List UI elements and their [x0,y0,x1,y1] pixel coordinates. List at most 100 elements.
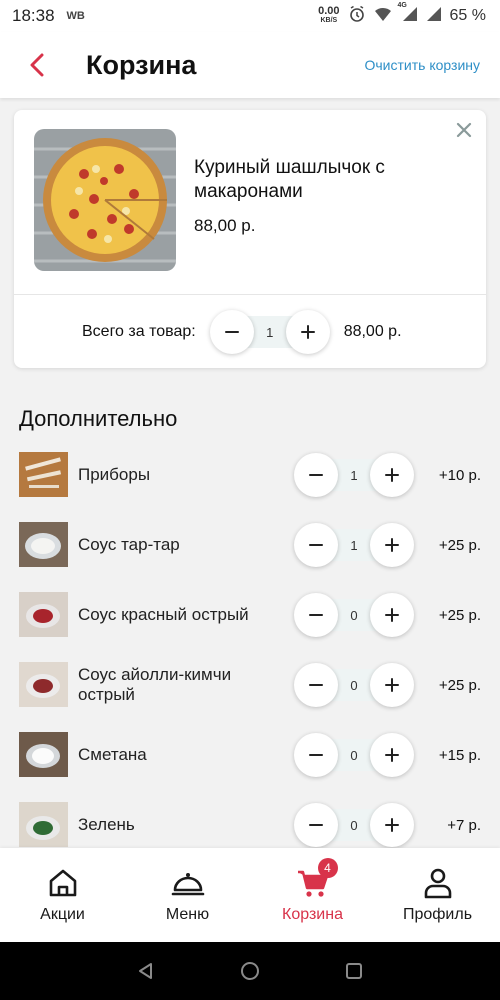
decrement-button[interactable] [294,733,338,777]
minus-icon [309,824,323,826]
decrement-button[interactable] [294,663,338,707]
cart-product-card: Куриный шашлычок с макаронами 88,00 р. В… [14,110,486,368]
bottom-navigation: Акции Меню 4 Корзина Профиль [0,848,500,942]
decrement-button[interactable] [209,310,254,354]
decrement-button[interactable] [294,523,338,567]
home-icon [46,866,80,900]
extra-item-name: Приборы [78,465,151,484]
cart-icon: 4 [296,858,338,900]
quantity-stepper: 0 [294,803,414,847]
minus-icon [309,754,323,756]
decrement-button[interactable] [294,593,338,637]
close-icon [456,122,472,138]
network-type: 4G [397,1,407,9]
signal-icon [426,6,442,27]
page-title: Корзина [86,49,197,80]
cell-signal-icon: 4G [398,2,418,27]
minus-icon [309,474,323,476]
decrement-button[interactable] [294,803,338,847]
clear-cart-link[interactable]: Очистить корзину [365,57,481,73]
product-total-row: Всего за товар: 1 88,00 р. [14,308,486,356]
increment-button[interactable] [370,523,414,567]
extra-item-price: +15 р. [438,746,481,764]
wifi-icon [374,6,392,27]
quantity-value: 1 [266,324,274,340]
nav-item-cart[interactable]: 4 Корзина [250,848,375,942]
nav-item-profile[interactable]: Профиль [375,848,500,942]
extra-item-image [19,452,68,497]
nav-label: Меню [165,906,210,923]
quantity-value: 1 [350,467,358,483]
nav-label: Акции [40,906,85,923]
increment-button[interactable] [370,453,414,497]
recents-square-icon[interactable] [344,961,364,981]
extra-item: Соус айолли-кимчи острый 0 +25 р. [0,650,500,720]
plus-icon [300,325,315,339]
network-speed-value: 0.00 [318,5,340,17]
quantity-stepper: 0 [294,663,414,707]
quantity-value: 0 [350,817,358,833]
chevron-left-icon [30,53,44,77]
plus-icon [385,748,399,762]
nav-label: Корзина [282,906,343,923]
nav-item-menu[interactable]: Меню [125,848,250,942]
back-triangle-icon[interactable] [136,961,156,981]
product-price: 88,00 р. [194,216,256,235]
extra-item-name: Соус тар-тар [78,535,180,554]
increment-button[interactable] [370,663,414,707]
quantity-value: 0 [350,747,358,763]
total-label: Всего за товар: [82,323,196,340]
app-header: Корзина Очистить корзину [0,32,500,98]
minus-icon [309,684,323,686]
total-price: 88,00 р. [343,323,402,340]
extra-item-name: Сметана [78,745,147,764]
product-info: Куриный шашлычок с макаронами 88,00 р. [194,156,454,236]
extras-list: Приборы 1 +10 р. Соус тар-тар 1 +25 р. С… [0,440,500,848]
plus-icon [385,818,399,832]
extra-item-price: +25 р. [438,536,481,554]
plus-icon [385,608,399,622]
status-bar: 18:38 WB 0.00 KB/S 4G 65 % [0,0,500,32]
divider [14,294,486,295]
nav-label: Профиль [402,906,473,923]
increment-button[interactable] [370,593,414,637]
increment-button[interactable] [370,733,414,777]
extra-item-image [19,802,68,847]
status-carrier: WB [66,10,85,22]
plus-icon [385,678,399,692]
extra-item: Зелень 0 +7 р. [0,790,500,848]
extra-item-name: Зелень [78,815,135,834]
extra-item: Сметана 0 +15 р. [0,720,500,790]
system-navigation-bar [0,942,500,1000]
quantity-value: 0 [350,607,358,623]
quantity-value: 1 [350,537,358,553]
product-image [34,129,176,271]
extra-item: Соус красный острый 0 +25 р. [0,580,500,650]
battery-level: 65 % [449,7,486,24]
network-speed: 0.00 KB/S [318,5,340,25]
extra-item-price: +25 р. [438,676,481,694]
remove-product-button[interactable] [454,120,474,140]
increment-button[interactable] [370,803,414,847]
minus-icon [224,331,239,333]
quantity-stepper: 0 [294,593,414,637]
extra-item-image [19,662,68,707]
user-icon [421,866,455,900]
minus-icon [309,544,323,546]
quantity-stepper: 1 [294,453,414,497]
home-circle-icon[interactable] [240,961,260,981]
minus-icon [309,614,323,616]
nav-item-promotions[interactable]: Акции [0,848,125,942]
back-button[interactable] [22,45,52,85]
extra-item-price: +10 р. [438,466,481,484]
cart-count-badge: 4 [317,858,338,878]
extra-item-price: +7 р. [447,816,481,834]
alarm-icon [348,5,366,28]
increment-button[interactable] [285,310,330,354]
extra-item-name: Соус айолли-кимчи острый [78,665,232,704]
decrement-button[interactable] [294,453,338,497]
extra-item: Соус тар-тар 1 +25 р. [0,510,500,580]
extra-item-image [19,732,68,777]
quantity-stepper: 1 [209,310,330,354]
product-name: Куриный шашлычок с макаронами [194,157,385,202]
